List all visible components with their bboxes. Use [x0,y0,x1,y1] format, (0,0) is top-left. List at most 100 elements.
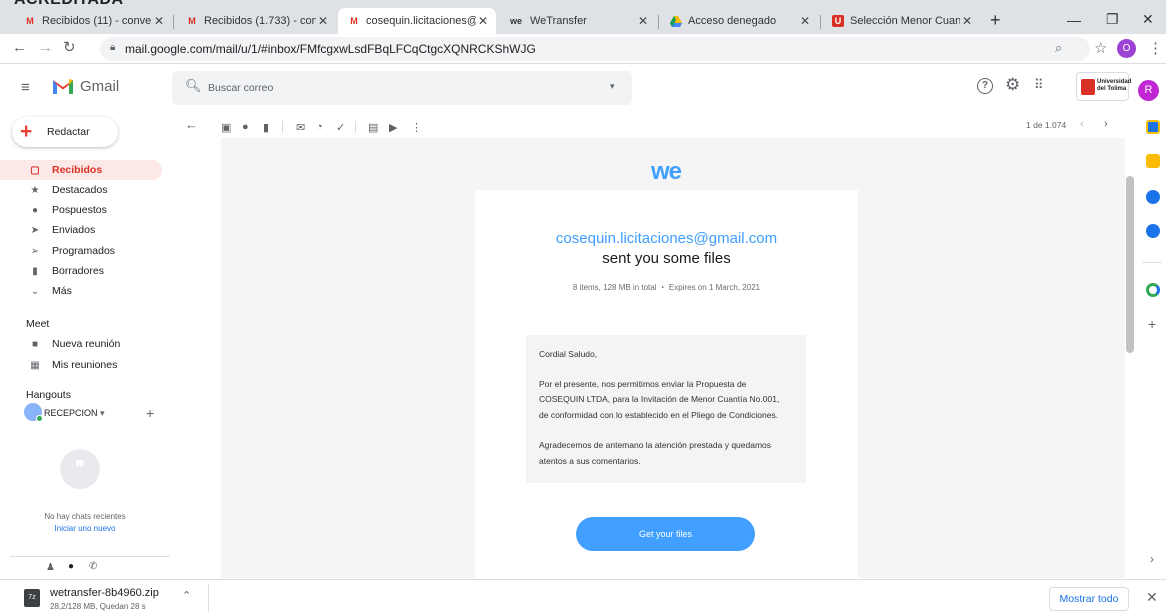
nav-recibidos[interactable]: ▢ Recibidos [0,160,162,180]
show-all-downloads-button[interactable]: Mostrar todo [1049,587,1129,611]
download-status: 28,2/128 MB, Quedan 28 s [50,602,146,611]
compose-button[interactable]: + Redactar [12,117,118,147]
calendar-icon: ▦ [30,359,40,371]
close-icon[interactable]: ✕ [316,14,330,28]
settings-gear-icon[interactable]: ⚙ [1005,75,1020,95]
lock-icon: 🔒︎ [110,42,116,53]
keep-app-icon[interactable] [1146,154,1160,168]
tab-recibidos-11[interactable]: M Recibidos (11) - conven ✕ [14,8,172,34]
hangouts-section-title: Hangouts [26,389,71,401]
chevron-down-icon: ⌄ [30,285,40,297]
report-spam-icon[interactable]: ● [242,121,249,133]
hangouts-user-name[interactable]: RECEPCION ▾ [44,408,105,419]
tab-acceso-denegado[interactable]: Acceso denegado ✕ [660,8,818,34]
meet-my-meetings[interactable]: ▦ Mis reuniones [10,355,160,375]
apps-grid-icon[interactable]: ⠿ [1034,77,1043,93]
gmail-logo-icon[interactable] [52,77,74,99]
university-icon: U [832,15,844,27]
transfer-meta: 8 items, 128 MB in total ・ Expires on 1 … [572,283,761,292]
addon-app-icon[interactable] [1146,283,1160,297]
scrollbar-thumb[interactable] [1126,176,1134,353]
add-chat-icon[interactable]: + [146,405,154,421]
hangouts-user-avatar [24,403,43,422]
search-icon[interactable]: 🔍︎ [185,78,202,94]
tab-recibidos-1733[interactable]: M Recibidos (1.733) - cont ✕ [176,8,336,34]
meet-section-title: Meet [26,318,50,330]
newer-icon[interactable]: ‹ [1080,118,1084,130]
nav-destacados[interactable]: ★ Destacados [10,180,160,200]
pagination-text: 1 de 1.074 [1026,120,1067,130]
download-filename[interactable]: wetransfer-8b4960.zip [50,587,159,599]
tab-seleccion-menor[interactable]: U Selección Menor Cuant ✕ [822,8,980,34]
minimize-icon[interactable]: — [1067,12,1081,28]
main-menu-icon[interactable]: ≡ [21,79,30,96]
meet-new-meeting[interactable]: ■ Nueva reunión [10,334,160,354]
gmail-icon: M [26,16,34,26]
chat-bubble-icon: ❞ [60,449,100,489]
label-icon[interactable]: ▶ [389,121,397,134]
browser-tab-strip: M Recibidos (11) - conven ✕ M Recibidos … [0,8,1166,34]
no-chats-text: No hay chats recientes [44,512,126,521]
get-addons-icon[interactable]: + [1148,316,1156,332]
message-line: atentos a sus comentarios. [539,456,641,466]
back-icon[interactable]: ← [12,39,27,56]
tasks-app-icon[interactable] [1146,190,1160,204]
account-avatar[interactable]: R [1138,80,1159,101]
tab-wetransfer[interactable]: we WeTransfer ✕ [498,8,656,34]
start-new-chat-link[interactable]: Iniciar uno nuevo [0,524,170,533]
omnibox[interactable]: 🔒︎ mail.google.com/mail/u/1/#inbox/FMfcg… [100,37,1090,61]
delete-icon[interactable]: ▮ [263,121,269,134]
nav-enviados[interactable]: ➤ Enviados [10,220,160,240]
move-to-icon[interactable]: ▤ [368,121,378,134]
show-side-panel-icon[interactable]: › [1150,552,1154,566]
older-icon[interactable]: › [1104,118,1108,130]
nav-programados[interactable]: ➢ Programados [10,241,160,261]
close-icon[interactable]: ✕ [798,14,812,28]
gmail-wordmark: Gmail [80,78,120,95]
back-to-inbox-icon[interactable]: ← [185,117,198,132]
zoom-icon[interactable]: ⌕ [1055,40,1062,56]
chevron-up-icon[interactable]: ⌃ [182,589,191,602]
mark-unread-icon[interactable]: ✉ [296,121,305,134]
nav-borradores[interactable]: ▮ Borradores [10,261,160,281]
chat-tab-icon[interactable]: ● [68,561,74,572]
search-options-icon[interactable]: ▾ [610,81,615,92]
close-icon[interactable]: ✕ [152,14,166,28]
snooze-icon[interactable]: ◔ [316,121,323,133]
search-input[interactable]: 🔍︎ Buscar correo ▾ [172,71,632,105]
help-icon[interactable]: ? [977,78,993,94]
close-download-bar-icon[interactable]: ✕ [1146,589,1158,606]
reload-icon[interactable]: ↻ [63,38,76,56]
profile-avatar[interactable]: O [1117,39,1136,58]
archive-icon[interactable]: ▣ [221,121,231,134]
wetransfer-logo: we [651,158,682,185]
close-icon[interactable]: ✕ [476,14,490,28]
get-your-files-button[interactable]: Get your files [576,517,755,551]
restore-icon[interactable]: ❐ [1106,11,1119,28]
draft-icon: ▮ [32,265,38,277]
calendar-app-icon[interactable] [1146,120,1160,134]
message-line: de conformidad con lo establecido en el … [539,410,779,420]
bookmark-star-icon[interactable]: ☆ [1094,39,1107,57]
add-task-icon[interactable]: ✓ [336,121,345,134]
nav-pospuestos[interactable]: ● Pospuestos [10,200,160,220]
gmail-header: ≡ Gmail 🔍︎ Buscar correo ▾ ? ⚙ ⠿ Univers… [0,64,1166,112]
close-icon[interactable]: ✕ [636,14,650,28]
url-text: mail.google.com/mail/u/1/#inbox/FMfcgxwL… [125,42,536,56]
close-icon[interactable]: ✕ [960,14,974,28]
contacts-app-icon[interactable] [1146,224,1160,238]
chevron-down-icon: ▾ [100,408,105,418]
forward-icon[interactable]: → [38,39,53,56]
video-camera-icon: ■ [31,338,39,350]
download-bar: 7z wetransfer-8b4960.zip 28,2/128 MB, Qu… [0,579,1166,615]
new-tab-icon[interactable]: + [990,10,1001,31]
nav-mas[interactable]: ⌄ Más [10,281,160,301]
close-window-icon[interactable]: ✕ [1142,11,1154,28]
browser-menu-icon[interactable]: ⋮ [1148,39,1163,57]
contacts-icon[interactable]: ♟ [46,562,55,573]
inbox-icon: ▢ [30,164,40,176]
org-logo: Universidad del Tolima [1076,72,1131,101]
more-options-icon[interactable]: ⋮ [411,121,422,134]
phone-icon[interactable]: ✆ [89,561,97,572]
tab-cosequin-active[interactable]: M cosequin.licitaciones@ ✕ [338,8,496,34]
